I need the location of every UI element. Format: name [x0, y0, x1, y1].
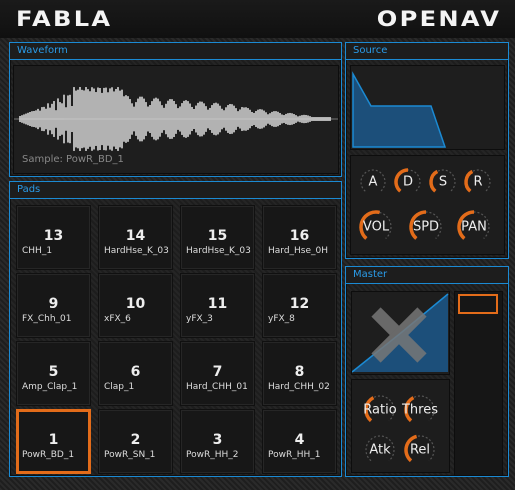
pad-11[interactable]: 11 yFX_3 — [180, 273, 255, 338]
pad-sample-name: PowR_HH_2 — [186, 450, 239, 460]
pad-number: 11 — [207, 296, 228, 312]
knob-label: Thres — [401, 402, 439, 418]
pad-4[interactable]: 4 PowR_HH_1 — [262, 409, 337, 474]
knob-label: S — [438, 174, 448, 190]
sample-label: Sample: PowR_BD_1 — [22, 154, 124, 165]
knob-label: SPD — [412, 219, 440, 235]
source-panel: Source A D S R VOL SPD PAN — [345, 42, 509, 259]
pad-number: 10 — [125, 296, 146, 312]
knob-label: D — [402, 174, 414, 190]
pad-number: 4 — [294, 432, 305, 448]
pad-7[interactable]: 7 Hard_CHH_01 — [180, 341, 255, 406]
knob-label: Atk — [369, 442, 391, 458]
pad-sample-name: PowR_BD_1 — [22, 450, 75, 460]
knob-label: PAN — [461, 219, 487, 235]
pad-13[interactable]: 13 CHH_1 — [16, 205, 91, 270]
pad-sample-name: Amp_Clap_1 — [22, 382, 78, 392]
waveform-panel: Waveform Sample: PowR_BD_1 — [9, 42, 342, 177]
pad-15[interactable]: 15 HardHse_K_03 — [180, 205, 255, 270]
pad-number: 7 — [212, 364, 223, 380]
pads-title: Pads — [10, 182, 341, 199]
pad-10[interactable]: 10 xFX_6 — [98, 273, 173, 338]
pad-number: 8 — [294, 364, 305, 380]
pad-number: 14 — [125, 228, 146, 244]
knob-label: Ratio — [363, 402, 397, 418]
pad-number: 9 — [48, 296, 59, 312]
knob-label: R — [473, 174, 483, 190]
header-bar: FABLA OPENAV — [0, 0, 515, 38]
pad-sample-name: Hard_CHH_01 — [186, 382, 248, 392]
pad-sample-name: Clap_1 — [104, 382, 135, 392]
pad-sample-name: yFX_8 — [268, 314, 295, 324]
pad-8[interactable]: 8 Hard_CHH_02 — [262, 341, 337, 406]
pad-number: 1 — [48, 432, 59, 448]
pad-9[interactable]: 9 FX_Chh_01 — [16, 273, 91, 338]
knob-label: Rel — [409, 442, 431, 458]
pad-sample-name: yFX_3 — [186, 314, 213, 324]
pad-sample-name: FX_Chh_01 — [22, 314, 72, 324]
pad-6[interactable]: 6 Clap_1 — [98, 341, 173, 406]
pad-number: 6 — [130, 364, 141, 380]
master-panel: Master Ratio Thres Atk Rel — [345, 266, 509, 477]
pad-sample-name: PowR_SN_1 — [104, 450, 156, 460]
pad-number: 5 — [48, 364, 59, 380]
pad-number: 12 — [289, 296, 310, 312]
pad-14[interactable]: 14 HardHse_K_03 — [98, 205, 173, 270]
waveform-display[interactable]: Sample: PowR_BD_1 — [13, 65, 339, 174]
waveform-title: Waveform — [10, 43, 341, 60]
pad-2[interactable]: 2 PowR_SN_1 — [98, 409, 173, 474]
pad-3[interactable]: 3 PowR_HH_2 — [180, 409, 255, 474]
pad-5[interactable]: 5 Amp_Clap_1 — [16, 341, 91, 406]
knob-label: A — [368, 174, 378, 190]
pad-sample-name: CHH_1 — [22, 246, 53, 256]
openav-logo: OPENAV — [376, 7, 501, 31]
pad-sample-name: PowR_HH_1 — [268, 450, 321, 460]
pad-sample-name: Hard_CHH_02 — [268, 382, 330, 392]
pad-number: 15 — [207, 228, 228, 244]
pad-sample-name: HardHse_K_03 — [186, 246, 251, 256]
master-volume-meter[interactable] — [454, 291, 503, 476]
pad-16[interactable]: 16 Hard_Hse_0H — [262, 205, 337, 270]
pads-panel: Pads 13 CHH_1 14 HardHse_K_03 15 HardHse_K_03… — [9, 181, 342, 477]
pad-number: 3 — [212, 432, 223, 448]
knob-label: VOL — [362, 219, 390, 235]
pad-sample-name: xFX_6 — [104, 314, 131, 324]
pad-sample-name: Hard_Hse_0H — [268, 246, 329, 256]
pad-number: 2 — [130, 432, 141, 448]
pad-number: 13 — [43, 228, 64, 244]
fabla-logo: FABLA — [16, 7, 113, 31]
pad-1[interactable]: 1 PowR_BD_1 — [16, 409, 91, 474]
pad-12[interactable]: 12 yFX_8 — [262, 273, 337, 338]
pad-number: 16 — [289, 228, 310, 244]
pad-sample-name: HardHse_K_03 — [104, 246, 169, 256]
volume-fader-handle[interactable] — [458, 294, 498, 314]
